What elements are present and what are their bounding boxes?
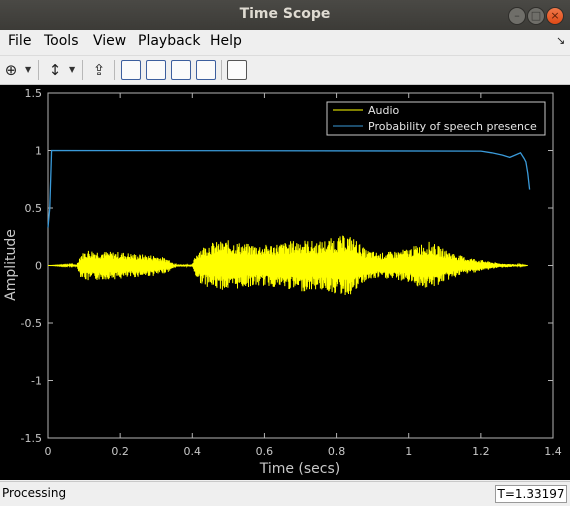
highlight-simulink-icon[interactable]: ⇪ <box>88 59 110 81</box>
menu-file[interactable]: File <box>8 33 31 49</box>
menu-tools[interactable]: Tools <box>44 33 79 49</box>
y-tick-label: 1 <box>35 145 42 158</box>
legend-label-speech: Probability of speech presence <box>368 120 537 133</box>
x-tick-label: 1 <box>405 445 412 458</box>
maximize-button[interactable]: □ <box>527 7 545 25</box>
x-tick-label: 0.4 <box>184 445 202 458</box>
toolbar-separator <box>82 60 83 80</box>
y-tick-label: -0.5 <box>21 317 42 330</box>
toolbar-separator <box>114 60 115 80</box>
menu-playback[interactable]: Playback <box>138 33 200 49</box>
menu-bar: File Tools View Playback Help ↘ <box>0 30 570 52</box>
menu-help[interactable]: Help <box>210 33 242 49</box>
signal-statistics-icon[interactable] <box>146 60 166 80</box>
y-tick-label: 1.5 <box>25 87 43 100</box>
bilevel-measurements-icon[interactable] <box>196 60 216 80</box>
window-title: Time Scope <box>239 6 331 22</box>
autoscale-icon[interactable]: ↕ <box>44 59 66 81</box>
legend-label-audio: Audio <box>368 104 400 117</box>
title-bar: Time Scope – □ × <box>0 0 570 31</box>
simulation-time: T=1.33197 <box>495 485 567 503</box>
x-tick-label: 0.6 <box>256 445 274 458</box>
toolbar-separator <box>38 60 39 80</box>
autoscale-dropdown-icon[interactable]: ▼ <box>69 65 75 74</box>
legend[interactable]: Audio Probability of speech presence <box>326 101 546 136</box>
status-bar: Processing T=1.33197 <box>0 481 570 506</box>
y-tick-label: 0 <box>35 260 42 273</box>
close-button[interactable]: × <box>546 7 564 25</box>
x-tick-label: 0.8 <box>328 445 346 458</box>
toolbar-separator <box>221 60 222 80</box>
x-tick-label: 1.2 <box>472 445 490 458</box>
cursor-measurements-icon[interactable] <box>121 60 141 80</box>
time-scope-plot[interactable]: 1.510.50-0.5-1-1.5 0 0.2 0.4 0.6 0.8 1 1.2 1.4 … <box>0 85 570 480</box>
peak-finder-icon[interactable] <box>171 60 191 80</box>
y-axis-label: Amplitude <box>3 229 19 301</box>
x-tick-label: 0.2 <box>111 445 129 458</box>
status-text: Processing <box>2 486 67 500</box>
layout-icon[interactable] <box>227 60 247 80</box>
x-tick-label: 1.4 <box>544 445 562 458</box>
minimize-button[interactable]: – <box>508 7 526 25</box>
y-tick-label: -1 <box>31 375 42 388</box>
y-tick-label: -1.5 <box>21 432 42 445</box>
toolbar: ⊕ ▼ ↕ ▼ ⇪ <box>0 55 570 85</box>
x-tick-label: 0 <box>45 445 52 458</box>
x-axis-label: Time (secs) <box>259 461 341 477</box>
menu-view[interactable]: View <box>93 33 126 49</box>
zoom-in-icon[interactable]: ⊕ <box>0 59 22 81</box>
zoom-dropdown-icon[interactable]: ▼ <box>25 65 31 74</box>
scope-display: 1.5 1 0.5 0 -0.5 -1 -1.5 0 0.2 0.4 0.6 0.8 1 1.2 1.4 … <box>0 85 570 480</box>
y-tick-label: 0.5 <box>25 202 43 215</box>
dock-arrow-icon[interactable]: ↘ <box>556 34 565 47</box>
